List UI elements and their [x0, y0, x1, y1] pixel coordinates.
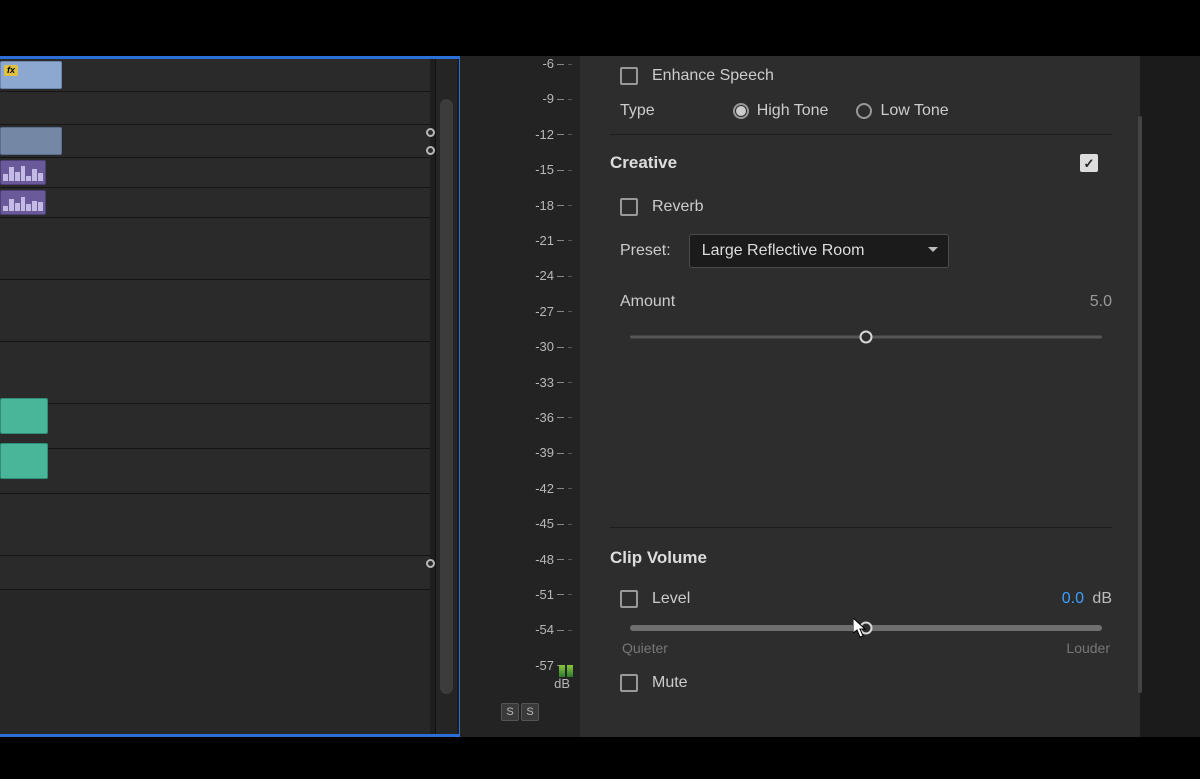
- slider-thumb[interactable]: [860, 331, 873, 344]
- meter-tick: -12: [516, 127, 554, 142]
- meter-tick: -30: [516, 339, 554, 354]
- level-label: Level: [652, 590, 690, 608]
- meter-scale: -6 -9 -12 -15 -18 -21 -24 -27 -30 -33 -3…: [516, 56, 554, 677]
- video-clip[interactable]: fx: [0, 61, 62, 89]
- meter-tick: -51: [516, 587, 554, 602]
- level-value[interactable]: 0.0: [1062, 590, 1084, 607]
- low-tone-label: Low Tone: [880, 102, 948, 120]
- audio-clip[interactable]: [0, 190, 46, 215]
- timeline-panel[interactable]: fx: [0, 56, 460, 737]
- mute-checkbox[interactable]: [620, 674, 638, 692]
- louder-label: Louder: [1066, 640, 1110, 656]
- audio-clip[interactable]: [0, 443, 48, 479]
- meter-tick: -18: [516, 198, 554, 213]
- amount-slider[interactable]: [620, 317, 1112, 357]
- level-unit: dB: [1092, 590, 1112, 607]
- essential-sound-panel: Enhance Speech Type High Tone Low Tone C…: [580, 56, 1140, 737]
- reverb-checkbox[interactable]: [620, 198, 638, 216]
- fx-badge-icon: fx: [4, 65, 18, 76]
- audio-clip[interactable]: [0, 160, 46, 185]
- clip-volume-title: Clip Volume: [610, 527, 1112, 568]
- meter-tick: -39: [516, 445, 554, 460]
- meter-tick: -57: [516, 658, 554, 673]
- creative-section-title: Creative: [610, 153, 677, 173]
- meter-tick: -45: [516, 516, 554, 531]
- high-tone-radio[interactable]: [733, 103, 749, 119]
- amount-label: Amount: [620, 293, 675, 311]
- meter-tick: -33: [516, 375, 554, 390]
- scrollbar-thumb[interactable]: [440, 99, 453, 694]
- solo-left-button[interactable]: S: [501, 703, 519, 721]
- slider-thumb[interactable]: [860, 622, 873, 635]
- meter-tick: -54: [516, 622, 554, 637]
- meter-tick: -15: [516, 162, 554, 177]
- reverb-label: Reverb: [652, 198, 704, 216]
- level-checkbox[interactable]: [620, 590, 638, 608]
- high-tone-label: High Tone: [757, 102, 829, 120]
- creative-enable-checkbox[interactable]: [1080, 154, 1098, 172]
- enhance-speech-checkbox[interactable]: [620, 67, 638, 85]
- mute-label: Mute: [652, 674, 688, 692]
- low-tone-radio[interactable]: [856, 103, 872, 119]
- timeline-tracks[interactable]: fx: [0, 59, 430, 734]
- preset-dropdown[interactable]: Large Reflective Room: [689, 234, 949, 268]
- enhance-speech-label: Enhance Speech: [652, 67, 774, 85]
- audio-meter-panel: -6 -9 -12 -15 -18 -21 -24 -27 -30 -33 -3…: [460, 56, 580, 737]
- quieter-label: Quieter: [622, 640, 668, 656]
- preset-label: Preset:: [620, 242, 671, 260]
- video-clip[interactable]: [0, 127, 62, 155]
- meter-tick: -42: [516, 481, 554, 496]
- amount-value: 5.0: [1090, 293, 1112, 311]
- type-label: Type: [620, 102, 655, 120]
- meter-tick: -36: [516, 410, 554, 425]
- meter-tick: -48: [516, 552, 554, 567]
- meter-tick: -6: [516, 56, 554, 71]
- keyframe-icon[interactable]: [426, 559, 435, 568]
- preset-value: Large Reflective Room: [702, 242, 865, 260]
- meter-tick: -9: [516, 91, 554, 106]
- audio-clip[interactable]: [0, 398, 48, 434]
- panel-scrollbar[interactable]: [1138, 116, 1142, 693]
- meter-tick: -27: [516, 304, 554, 319]
- level-slider[interactable]: [620, 614, 1112, 642]
- keyframe-icon[interactable]: [426, 146, 435, 155]
- keyframe-icon[interactable]: [426, 128, 435, 137]
- vertical-scrollbar[interactable]: [435, 59, 457, 734]
- meter-unit-label: dB: [554, 676, 570, 691]
- meter-tick: -24: [516, 268, 554, 283]
- solo-right-button[interactable]: S: [521, 703, 539, 721]
- meter-tick: -21: [516, 233, 554, 248]
